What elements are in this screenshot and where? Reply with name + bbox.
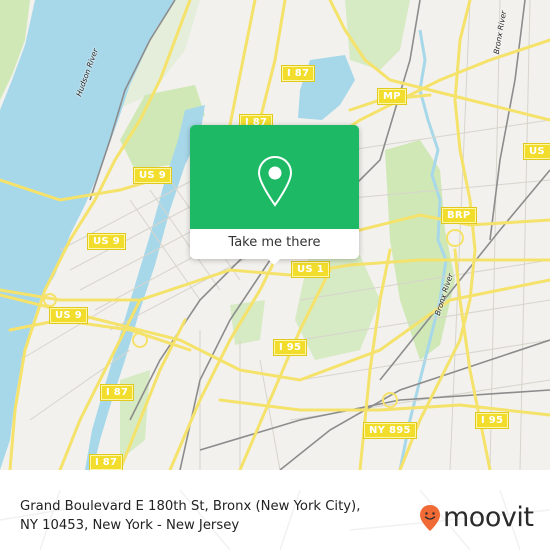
destination-popup: Take me there [190,125,359,265]
route-shield-us1: US 1 [524,144,550,159]
route-shield-i87: I 87 [282,66,315,81]
address-text: Grand Boulevard E 180th St, Bronx (New Y… [20,497,440,535]
route-shield-ny895: NY 895 [364,423,416,438]
take-me-there-button[interactable]: Take me there [190,229,359,259]
route-shield-i87: I 87 [101,385,134,400]
route-shield-us9: US 9 [50,308,87,323]
route-shield-i87: I 87 [90,455,123,470]
moovit-logo[interactable]: moovit [419,502,534,533]
route-shield-us9: US 9 [134,168,171,183]
route-shield-us9: US 9 [88,234,125,249]
address-line-2: NY 10453, New York - New Jersey [20,518,240,533]
popup-pointer [267,258,281,265]
route-shield-mp: MP [378,89,406,104]
moovit-pin-icon [420,505,440,531]
route-shield-us1: US 1 [292,262,329,277]
map-pin-icon [257,155,293,207]
moovit-wordmark: moovit [443,502,534,533]
route-shield-brp: BRP [442,208,476,223]
route-shield-i95: I 95 [274,340,307,355]
route-shield-i95: I 95 [476,413,509,428]
address-line-1: Grand Boulevard E 180th St, Bronx (New Y… [20,499,361,514]
map[interactable]: I 87 I 87 MP US 1 US 9 BRP US 9 US 1 US … [0,0,550,470]
popup-header [190,125,359,229]
